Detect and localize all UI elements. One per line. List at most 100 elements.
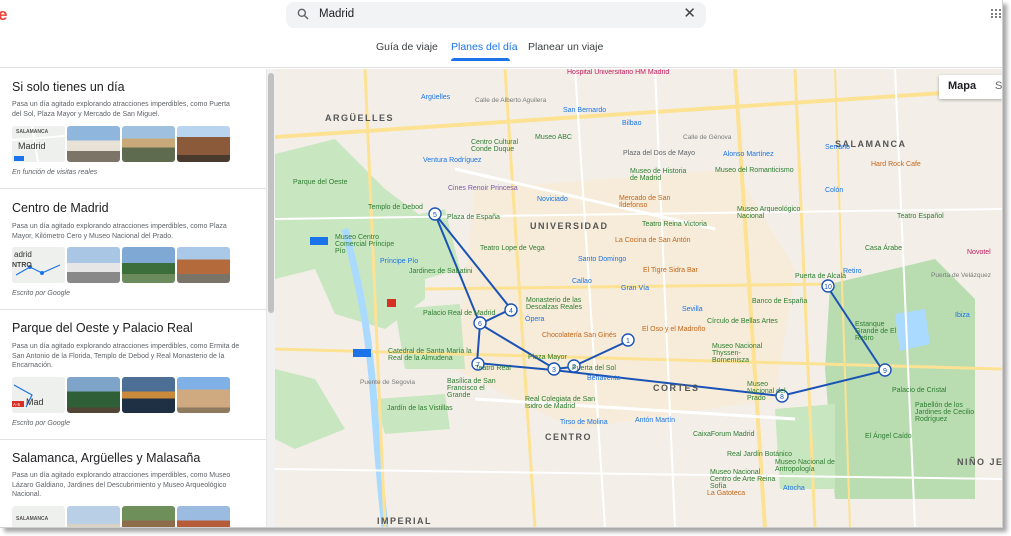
- place-label[interactable]: Novotel: [967, 249, 991, 256]
- plan-photo[interactable]: [177, 506, 230, 527]
- place-label[interactable]: Teatro Español: [897, 213, 944, 220]
- tab-day-plans[interactable]: Planes del día: [451, 41, 518, 53]
- plan-title[interactable]: Parque del Oeste y Palacio Real: [12, 321, 193, 335]
- place-label[interactable]: Catedral de Santa María la Real de la Al…: [388, 348, 473, 362]
- place-label[interactable]: Retiro: [843, 268, 862, 275]
- place-label[interactable]: Sevilla: [682, 306, 703, 313]
- place-label[interactable]: Plaza Mayor: [528, 354, 567, 361]
- place-label[interactable]: Gran Vía: [621, 285, 649, 292]
- place-label[interactable]: Pabellón de los Jardines de Cecilio Rodr…: [915, 402, 985, 423]
- place-label[interactable]: Colón: [825, 187, 843, 194]
- place-label[interactable]: Museo Centro Comercial Príncipe Pío: [335, 234, 405, 255]
- place-label[interactable]: Palacio de Cristal: [892, 387, 946, 394]
- plan-photo[interactable]: [67, 506, 120, 527]
- place-label[interactable]: Parque del Oeste: [293, 179, 347, 186]
- place-label[interactable]: El Ángel Caído: [865, 433, 912, 440]
- place-label[interactable]: Cines Renoir Princesa: [448, 185, 518, 192]
- plan-card[interactable]: Salamanca, Argüelles y Malasaña Pasa un …: [0, 440, 266, 527]
- plan-card[interactable]: Centro de Madrid Pasa un día agitado exp…: [0, 189, 266, 310]
- place-label[interactable]: Puerta del Sol: [572, 365, 616, 372]
- plan-photo[interactable]: [67, 377, 120, 413]
- place-label[interactable]: Teatro Reina Victoria: [642, 221, 707, 228]
- plan-photo[interactable]: [122, 506, 175, 527]
- clear-search-icon[interactable]: ✕: [683, 6, 696, 22]
- plan-photo[interactable]: [177, 247, 230, 283]
- place-label[interactable]: Centro Cultural Conde Duque: [471, 139, 531, 153]
- place-label[interactable]: Palacio Real de Madrid: [423, 310, 495, 317]
- place-label[interactable]: San Bernardo: [563, 107, 606, 114]
- place-label[interactable]: Plaza de España: [447, 214, 500, 221]
- plan-thumbnails[interactable]: adrid NTRO: [12, 247, 230, 283]
- place-label[interactable]: Ópera: [525, 316, 544, 323]
- place-label[interactable]: El Tigre Sidra Bar: [643, 267, 698, 274]
- place-label[interactable]: Bilbao: [622, 120, 641, 127]
- place-label[interactable]: Tirso de Molina: [560, 419, 608, 426]
- apps-grid-icon[interactable]: [991, 9, 1001, 19]
- place-label[interactable]: El Oso y el Madroño: [642, 326, 705, 333]
- plan-photo[interactable]: [67, 126, 120, 162]
- place-label[interactable]: Atocha: [783, 485, 805, 492]
- place-label[interactable]: Teatro Lope de Vega: [480, 245, 545, 252]
- map-type-control[interactable]: Mapa S: [939, 75, 1002, 99]
- tab-travel-guide[interactable]: Guía de viaje: [376, 41, 438, 53]
- search-input[interactable]: Madrid: [319, 8, 354, 20]
- place-label[interactable]: Noviciado: [537, 196, 568, 203]
- plan-map-thumbnail[interactable]: SALAMANCA Madrid: [12, 126, 65, 162]
- plan-map-thumbnail[interactable]: Mad A-5: [12, 377, 65, 413]
- place-label[interactable]: Basílica de San Francisco el Grande: [447, 378, 507, 399]
- place-label[interactable]: Ibiza: [955, 312, 970, 319]
- place-label[interactable]: Museo Nacional Centro de Arte Reina Sofí…: [710, 469, 780, 490]
- place-label[interactable]: Museo Nacional de Antropología: [775, 459, 850, 473]
- plan-card[interactable]: Si solo tienes un día Pasa un día agitad…: [0, 69, 266, 189]
- plan-map-thumbnail[interactable]: SALAMANCA: [12, 506, 65, 527]
- google-logo-fragment[interactable]: e: [0, 5, 7, 25]
- search-box[interactable]: Madrid ✕: [286, 2, 706, 28]
- place-label[interactable]: Real Jardín Botánico: [727, 451, 792, 458]
- place-label[interactable]: Casa Árabe: [865, 245, 902, 252]
- place-label[interactable]: La Cocina de San Antón: [615, 237, 691, 244]
- plan-photo[interactable]: [122, 126, 175, 162]
- scrollbar-thumb[interactable]: [268, 73, 274, 313]
- place-label[interactable]: Templo de Debod: [368, 204, 423, 211]
- place-label[interactable]: Hard Rock Cafe: [871, 161, 921, 168]
- place-label[interactable]: Museo Nacional del Prado: [747, 381, 797, 402]
- plan-thumbnails[interactable]: SALAMANCA: [12, 506, 230, 527]
- map-type-satellite-button[interactable]: S: [995, 80, 1002, 92]
- place-label[interactable]: Plaza del Dos de Mayo: [623, 150, 695, 157]
- place-label[interactable]: Ventura Rodríguez: [423, 157, 481, 164]
- place-label[interactable]: Argüelles: [421, 94, 450, 101]
- plan-title[interactable]: Centro de Madrid: [12, 201, 109, 215]
- plan-title[interactable]: Si solo tienes un día: [12, 80, 125, 94]
- map-type-map-button[interactable]: Mapa: [948, 80, 976, 92]
- place-label[interactable]: Teatro Real: [475, 365, 511, 372]
- place-label[interactable]: Jardín de las Vistillas: [387, 405, 453, 412]
- plan-photo[interactable]: [177, 377, 230, 413]
- plan-thumbnails[interactable]: SALAMANCA Madrid: [12, 126, 230, 162]
- place-label[interactable]: Museo Arqueológico Nacional: [737, 206, 807, 220]
- place-label[interactable]: Estanque Grande de El Retiro: [855, 321, 900, 342]
- place-label[interactable]: Chocolatería San Ginés: [542, 332, 616, 339]
- plan-photo[interactable]: [122, 247, 175, 283]
- place-label[interactable]: Hospital Universitario HM Madrid: [567, 69, 669, 76]
- place-label[interactable]: Monasterio de las Descalzas Reales: [526, 297, 606, 311]
- place-label[interactable]: Museo ABC: [535, 134, 572, 141]
- place-label[interactable]: Real Colegiata de San Isidro de Madrid: [525, 396, 605, 410]
- place-label[interactable]: Museo Nacional Thyssen-Bornemisza: [712, 343, 777, 364]
- place-label[interactable]: CaixaForum Madrid: [693, 431, 754, 438]
- tab-plan-trip[interactable]: Planear un viaje: [528, 41, 603, 53]
- place-label[interactable]: La Gatoteca: [707, 490, 745, 497]
- plan-map-thumbnail[interactable]: adrid NTRO: [12, 247, 65, 283]
- plan-thumbnails[interactable]: Mad A-5: [12, 377, 230, 413]
- place-label[interactable]: Museo del Romanticismo: [715, 167, 794, 174]
- place-label[interactable]: Antón Martín: [635, 417, 675, 424]
- map-view[interactable]: 1 2 3 4 5 6 7 8 9 10 ARGÜELLES UNIVERSID…: [275, 69, 1003, 528]
- plan-card[interactable]: Parque del Oeste y Palacio Real Pasa un …: [0, 310, 266, 440]
- place-label[interactable]: Serrano: [825, 144, 850, 151]
- place-label[interactable]: Alonso Martínez: [723, 151, 774, 158]
- place-label[interactable]: Benavente: [587, 375, 620, 382]
- place-label[interactable]: Príncipe Pío: [380, 258, 418, 265]
- map-canvas[interactable]: 1 2 3 4 5 6 7 8 9 10: [275, 69, 1003, 528]
- plan-title[interactable]: Salamanca, Argüelles y Malasaña: [12, 451, 200, 465]
- panel-scrollbar[interactable]: [266, 69, 275, 527]
- place-label[interactable]: Mercado de San Ildefonso: [619, 195, 674, 209]
